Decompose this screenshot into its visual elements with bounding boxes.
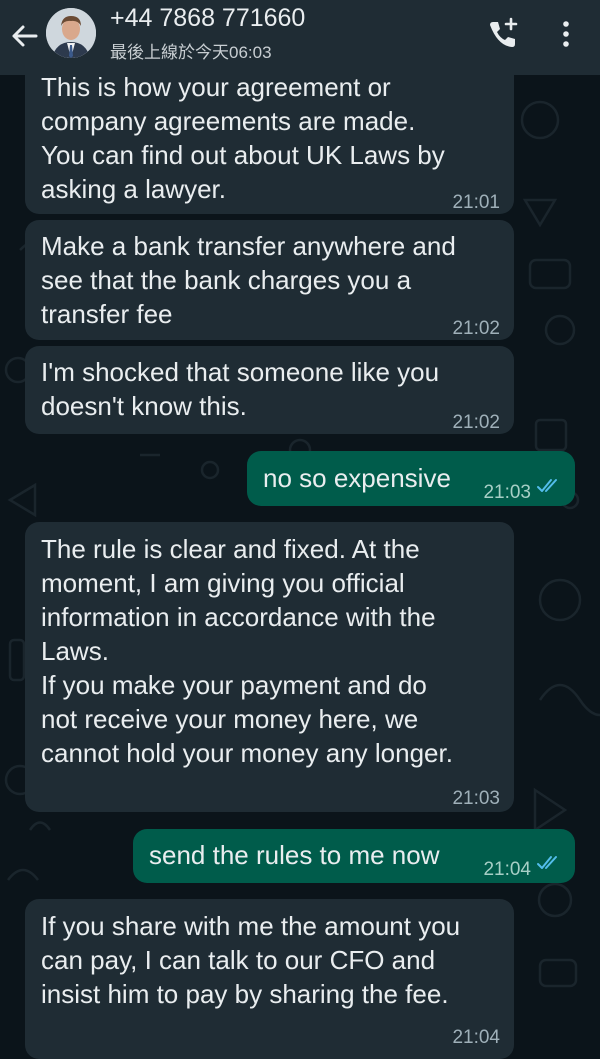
- message-text: Make a bank transfer anywhere and see th…: [41, 231, 456, 329]
- incoming-message[interactable]: If you share with me the amount you can …: [25, 899, 514, 1059]
- avatar-photo: [46, 8, 96, 58]
- message-time: 21:02: [452, 318, 500, 339]
- message-time: 21:04: [452, 1027, 500, 1048]
- chat-header: +44 7868 771660 最後上線於今天06:03: [0, 0, 600, 75]
- message-time: 21:04: [483, 859, 531, 880]
- message-time: 21:02: [452, 412, 500, 433]
- incoming-message[interactable]: The rule is clear and fixed. At the mome…: [25, 522, 514, 812]
- message-time: 21:03: [483, 482, 531, 503]
- read-receipt-icon: [537, 856, 557, 869]
- last-seen-status: 最後上線於今天06:03: [110, 43, 272, 62]
- contact-avatar[interactable]: [46, 8, 96, 58]
- incoming-message[interactable]: Make a bank transfer anywhere and see th…: [25, 220, 514, 340]
- more-options-icon[interactable]: [548, 16, 584, 52]
- contact-name[interactable]: +44 7868 771660: [110, 4, 305, 33]
- add-call-icon[interactable]: [484, 16, 520, 52]
- message-text: The rule is clear and fixed. At the mome…: [41, 534, 453, 768]
- outgoing-message[interactable]: send the rules to me now 21:04: [133, 829, 575, 883]
- message-time: 21:03: [452, 788, 500, 809]
- message-text: I'm shocked that someone like you doesn'…: [41, 357, 440, 421]
- message-text: If you share with me the amount you can …: [41, 911, 461, 1009]
- incoming-message[interactable]: I'm shocked that someone like you doesn'…: [25, 346, 514, 434]
- back-arrow-icon[interactable]: [6, 18, 42, 54]
- read-receipt-icon: [537, 479, 557, 492]
- message-time: 21:01: [452, 192, 500, 213]
- message-text: This is how your agreement or company ag…: [41, 72, 445, 204]
- outgoing-message[interactable]: no so expensive 21:03: [247, 451, 575, 506]
